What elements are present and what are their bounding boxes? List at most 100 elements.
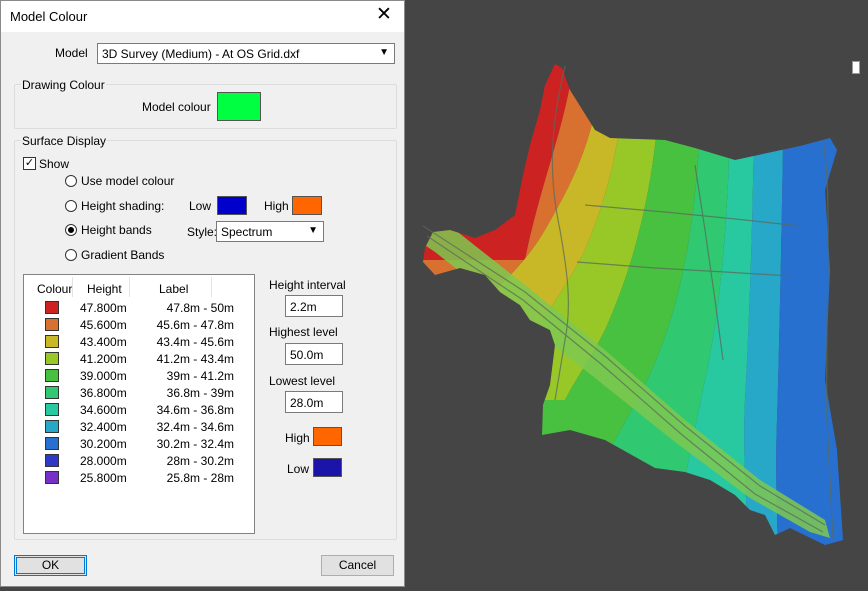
band-label: 34.6m - 36.8m: [156, 403, 234, 417]
band-label: 32.4m - 34.6m: [156, 420, 234, 434]
band-colour-swatch[interactable]: [45, 437, 59, 450]
shading-high-label: High: [264, 199, 289, 213]
table-row[interactable]: 30.200m 30.2m - 32.4m: [24, 435, 254, 452]
resize-handle-icon[interactable]: [852, 61, 860, 74]
radio-height-bands[interactable]: [65, 224, 77, 236]
band-colour-swatch[interactable]: [45, 471, 59, 484]
band-label: 28m - 30.2m: [166, 454, 234, 468]
highest-level-label: Highest level: [269, 325, 338, 339]
band-height: 47.800m: [80, 301, 127, 315]
band-colour-swatch[interactable]: [45, 454, 59, 467]
highest-level-value: 50.0m: [290, 348, 324, 362]
column-header-height[interactable]: Height: [87, 282, 122, 296]
model-colour-swatch[interactable]: [217, 92, 261, 121]
band-height: 45.600m: [80, 318, 127, 332]
model-select[interactable]: 3D Survey (Medium) - At OS Grid.dxf ▼: [97, 43, 395, 64]
surface-display-group-label: Surface Display: [21, 134, 108, 148]
band-label: 41.2m - 43.4m: [156, 352, 234, 366]
column-separator: [129, 277, 130, 297]
band-colour-swatch[interactable]: [45, 352, 59, 365]
highest-level-input[interactable]: 50.0m: [285, 343, 343, 365]
table-row[interactable]: 41.200m 41.2m - 43.4m: [24, 350, 254, 367]
band-colour-swatch[interactable]: [45, 301, 59, 314]
band-label: 39m - 41.2m: [166, 369, 234, 383]
band-label: 30.2m - 32.4m: [156, 437, 234, 451]
band-colour-swatch[interactable]: [45, 403, 59, 416]
3d-viewport[interactable]: [405, 0, 868, 588]
title-bar: Model Colour ✕: [1, 1, 404, 32]
band-height: 28.000m: [80, 454, 127, 468]
table-row[interactable]: 45.600m 45.6m - 47.8m: [24, 316, 254, 333]
model-colour-label: Model colour: [142, 100, 211, 114]
band-label: 47.8m - 50m: [166, 301, 234, 315]
band-height: 32.400m: [80, 420, 127, 434]
low-colour-swatch[interactable]: [313, 458, 342, 477]
lowest-level-input[interactable]: 28.0m: [285, 391, 343, 413]
height-interval-label: Height interval: [269, 278, 346, 292]
table-row[interactable]: 25.800m 25.8m - 28m: [24, 469, 254, 486]
height-bands-table[interactable]: Colour Height Label 47.800m 47.8m - 50m 45…: [23, 274, 255, 534]
band-label: 36.8m - 39m: [166, 386, 234, 400]
band-label: 45.6m - 47.8m: [156, 318, 234, 332]
shading-low-colour-swatch[interactable]: [217, 196, 247, 215]
column-separator: [211, 277, 212, 297]
surface-bands: [423, 64, 843, 545]
column-header-colour[interactable]: Colour: [37, 282, 72, 296]
high-colour-swatch[interactable]: [313, 427, 342, 446]
table-row[interactable]: 47.800m 47.8m - 50m: [24, 299, 254, 316]
show-label: Show: [39, 157, 70, 171]
ok-button[interactable]: OK: [14, 555, 87, 576]
radio-height-shading-label: Height shading:: [81, 199, 165, 213]
table-row[interactable]: 36.800m 36.8m - 39m: [24, 384, 254, 401]
table-row[interactable]: 34.600m 34.6m - 36.8m: [24, 401, 254, 418]
lowest-level-label: Lowest level: [269, 374, 336, 388]
radio-use-model-colour-label: Use model colour: [81, 174, 175, 188]
style-select[interactable]: Spectrum ▼: [216, 221, 324, 242]
table-row[interactable]: 39.000m 39m - 41.2m: [24, 367, 254, 384]
radio-height-bands-label: Height bands: [81, 223, 152, 237]
band-label: 25.8m - 28m: [166, 471, 234, 485]
height-band-surface-map: [422, 64, 843, 545]
style-label: Style:: [187, 225, 218, 239]
column-separator: [72, 277, 73, 297]
show-checkbox[interactable]: ✓: [23, 157, 36, 170]
band-colour-swatch[interactable]: [45, 369, 59, 382]
chevron-down-icon: ▼: [379, 47, 389, 58]
band-height: 30.200m: [80, 437, 127, 451]
style-select-value: Spectrum: [221, 225, 273, 239]
dialog-title: Model Colour: [10, 9, 88, 24]
column-header-label[interactable]: Label: [159, 282, 188, 296]
close-icon[interactable]: ✕: [373, 4, 395, 26]
band-height: 41.200m: [80, 352, 127, 366]
height-interval-value: 2.2m: [290, 300, 317, 314]
low-label: Low: [287, 462, 310, 476]
band-label: 43.4m - 45.6m: [156, 335, 234, 349]
table-row[interactable]: 28.000m 28m - 30.2m: [24, 452, 254, 469]
shading-low-label: Low: [189, 199, 212, 213]
cancel-button[interactable]: Cancel: [321, 555, 394, 576]
band-height: 43.400m: [80, 335, 127, 349]
radio-gradient-bands-label: Gradient Bands: [81, 248, 165, 262]
lowest-level-value: 28.0m: [290, 396, 324, 410]
model-colour-dialog: Model Colour ✕ Model 3D Survey (Medium) …: [0, 0, 405, 587]
height-interval-input[interactable]: 2.2m: [285, 295, 343, 317]
band-colour-swatch[interactable]: [45, 335, 59, 348]
band-height: 39.000m: [80, 369, 127, 383]
radio-use-model-colour[interactable]: [65, 175, 77, 187]
radio-height-shading[interactable]: [65, 200, 77, 212]
table-row[interactable]: 32.400m 32.4m - 34.6m: [24, 418, 254, 435]
high-label: High: [285, 431, 310, 445]
band-colour-swatch[interactable]: [45, 318, 59, 331]
shading-high-colour-swatch[interactable]: [292, 196, 322, 215]
model-select-value: 3D Survey (Medium) - At OS Grid.dxf: [102, 47, 300, 61]
band-colour-swatch[interactable]: [45, 420, 59, 433]
band-colour-swatch[interactable]: [45, 386, 59, 399]
model-label: Model: [55, 46, 88, 60]
band-height: 36.800m: [80, 386, 127, 400]
radio-gradient-bands[interactable]: [65, 249, 77, 261]
drawing-colour-group-label: Drawing Colour: [21, 78, 106, 92]
chevron-down-icon: ▼: [308, 225, 318, 236]
table-row[interactable]: 43.400m 43.4m - 45.6m: [24, 333, 254, 350]
band-height: 25.800m: [80, 471, 127, 485]
band-height: 34.600m: [80, 403, 127, 417]
